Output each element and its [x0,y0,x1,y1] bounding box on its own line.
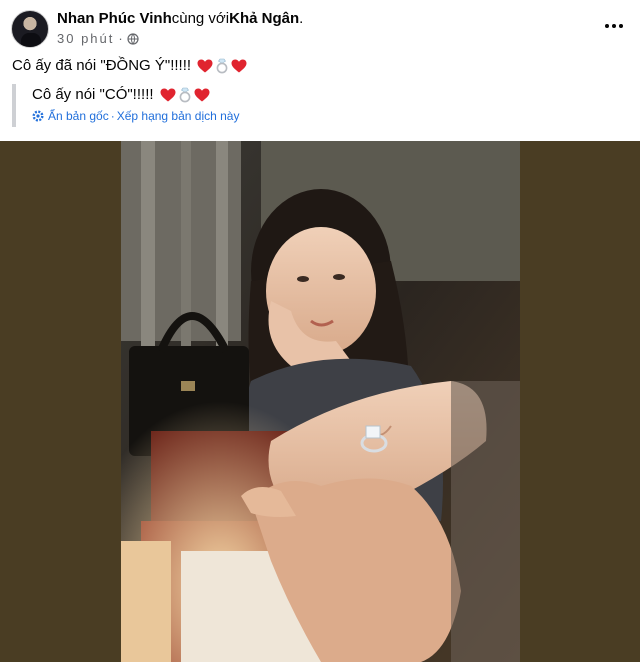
more-options-icon[interactable] [602,14,626,38]
rate-translation-link[interactable]: Xếp hạng bản dịch này [117,109,240,123]
red-heart-icon [194,88,210,101]
globe-icon[interactable] [127,32,139,45]
ring-icon [179,87,190,102]
post-meta: 30 phút · [57,31,139,46]
author-line: Nhan Phúc Vinhcùng vớiKhả Ngân. [57,10,303,27]
author-name[interactable]: Nhan Phúc Vinh [57,10,172,27]
caption-text: Cô ấy đã nói "ĐỒNG Ý"!!!!! [12,57,192,74]
meta-separator: · [118,31,123,46]
translated-text: Cô ấy nói "CÓ"!!!!! [32,86,154,103]
tagged-suffix: . [299,10,304,27]
red-heart-icon [197,59,213,72]
post-header: Nhan Phúc Vinhcùng vớiKhả Ngân. 30 phút … [0,0,640,56]
more-dot [612,24,616,28]
post-time[interactable]: 30 phút [57,31,114,46]
hide-original-link[interactable]: Ẩn bản gốc [48,109,109,123]
caption-emojis [197,58,247,74]
more-dot [619,24,623,28]
translation-block: Cô ấy nói "CÓ"!!!!! Ẩn bản gốc · Xếp hạn… [12,84,412,127]
post-photo[interactable] [121,141,520,662]
link-separator: · [110,109,115,123]
more-dot [605,24,609,28]
tagged-name[interactable]: Khả Ngân [229,10,299,27]
ring-icon [216,58,228,73]
gear-icon [32,110,44,122]
translation-links: Ẩn bản gốc · Xếp hạng bản dịch này [32,109,412,123]
post-caption: Cô ấy đã nói "ĐỒNG Ý"!!!!! [12,57,247,74]
avatar[interactable] [11,10,49,48]
translated-caption: Cô ấy nói "CÓ"!!!!! [32,86,412,103]
photo-frame [0,141,640,662]
with-text: cùng với [171,10,230,27]
translated-emojis [160,87,210,103]
red-heart-icon [160,88,176,101]
red-heart-icon [231,59,247,72]
photo-illustration [121,141,520,662]
